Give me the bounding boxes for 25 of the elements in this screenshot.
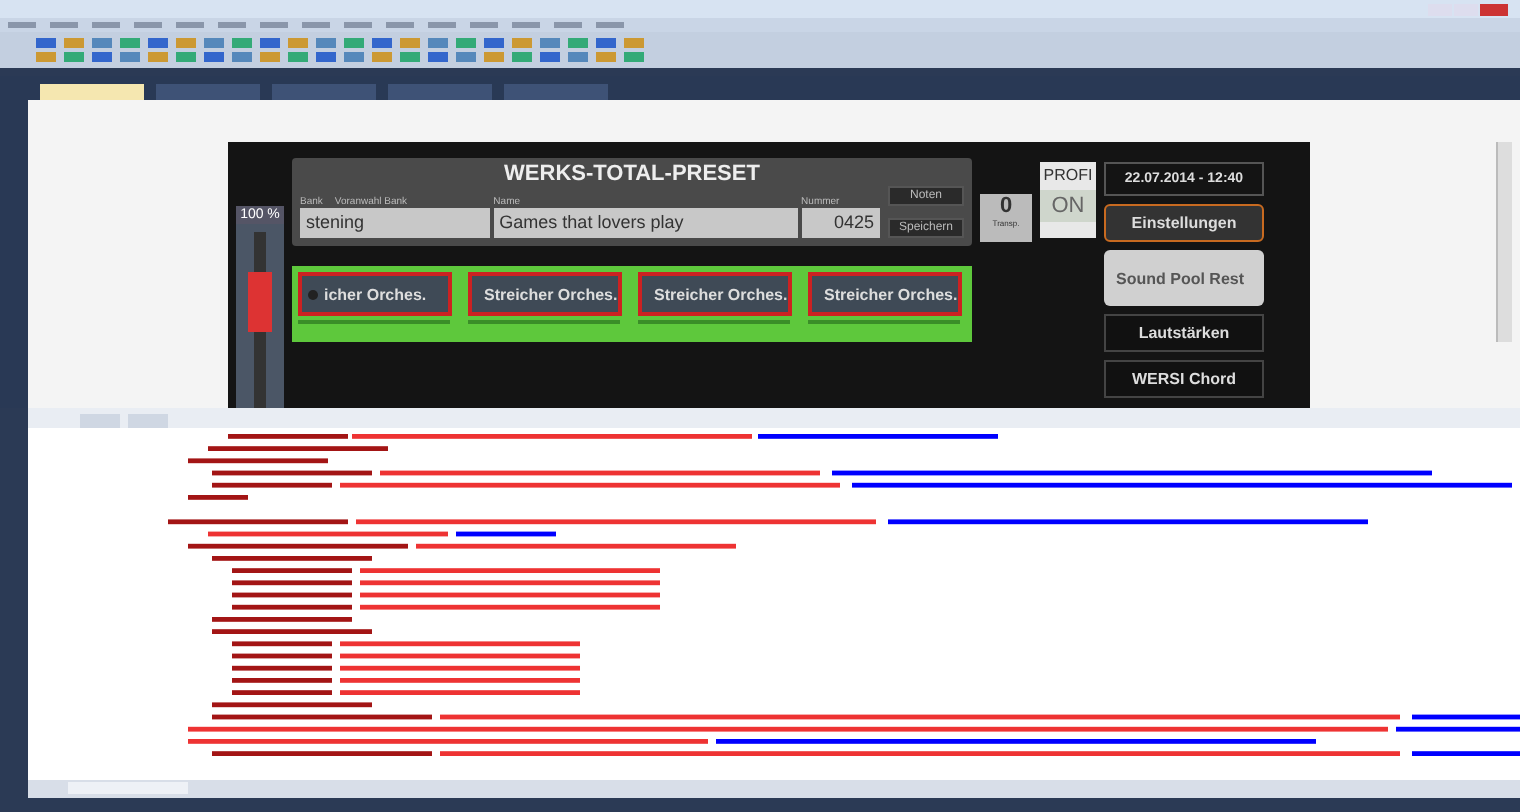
panel-tab[interactable] — [68, 782, 188, 794]
profi-toggle[interactable]: PROFI ON — [1040, 162, 1096, 238]
slider-thumb[interactable] — [248, 272, 272, 333]
menu-button[interactable]: WERSI Chord — [1104, 360, 1264, 398]
preset-title: WERKS-TOTAL-PRESET — [502, 162, 762, 186]
bank-field[interactable]: stening — [300, 208, 490, 238]
sound-slot-button[interactable]: Streicher Orches. — [638, 272, 792, 316]
profi-state: ON — [1040, 190, 1096, 222]
transpose-value: 0 — [999, 194, 1013, 218]
document-tab[interactable] — [504, 84, 608, 100]
document-tab[interactable] — [388, 84, 492, 100]
profi-label: PROFI — [1043, 164, 1093, 184]
sound-slot-button[interactable]: Streicher Orches. — [808, 272, 962, 316]
document-tab[interactable] — [156, 84, 260, 100]
number-field[interactable]: 0425 — [801, 208, 880, 238]
scrollbar[interactable] — [1496, 142, 1512, 342]
window-controls-icon[interactable] — [1428, 1, 1508, 17]
document-tab[interactable] — [272, 84, 376, 100]
sound-slot-button[interactable]: icher Orches. — [298, 272, 452, 316]
name-field[interactable]: Games that lovers play — [493, 208, 798, 238]
menu-button[interactable]: Einstellungen — [1104, 204, 1264, 242]
menu-button[interactable]: Lautstärken — [1104, 314, 1264, 352]
document-tab[interactable] — [40, 84, 144, 100]
sound-slot-button[interactable]: Streicher Orches. — [468, 272, 622, 316]
menu-button[interactable]: Sound Pool Rest — [1104, 250, 1264, 306]
